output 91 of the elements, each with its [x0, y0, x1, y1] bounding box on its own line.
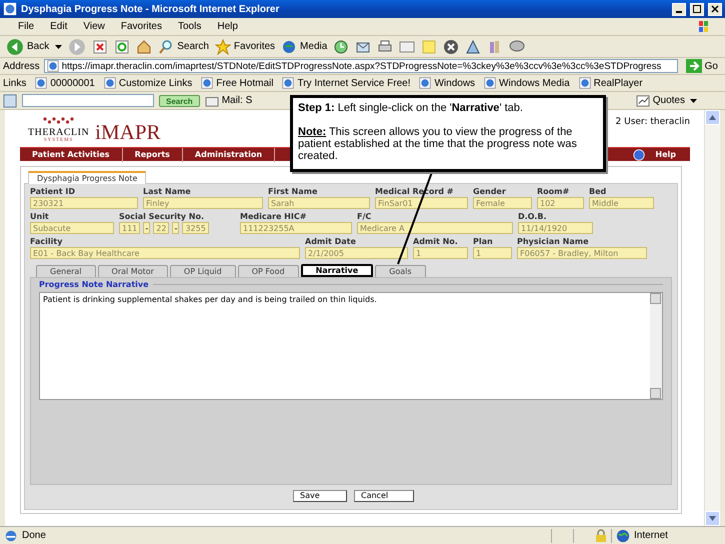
menu-item[interactable]: Tools	[170, 21, 210, 32]
field-label: Facility	[30, 237, 64, 247]
caret-icon[interactable]	[55, 44, 62, 50]
back-button[interactable]: Back	[6, 38, 50, 56]
globe-icon	[616, 528, 630, 542]
tab[interactable]: General	[36, 265, 96, 277]
history-icon[interactable]	[333, 38, 350, 54]
nav-item[interactable]: Administration	[182, 148, 276, 162]
menu-item[interactable]: Help	[209, 21, 246, 32]
save-button[interactable]: Save	[293, 490, 347, 502]
link[interactable]: Customize Links	[104, 77, 192, 89]
close-button[interactable]	[708, 2, 722, 16]
cancel-button[interactable]: Cancel	[354, 490, 414, 502]
link[interactable]: Windows	[419, 77, 476, 89]
field-label: Medicare HIC#	[240, 212, 308, 222]
chart-icon	[636, 94, 650, 106]
tab[interactable]: Narrative	[300, 264, 374, 277]
user-label: 2 User: theraclin	[616, 117, 690, 127]
search-button[interactable]: Search	[158, 38, 209, 54]
tab[interactable]: OP Food	[238, 265, 299, 277]
field-label: Admit No.	[413, 237, 459, 247]
menu-item[interactable]: Edit	[42, 21, 76, 32]
home-icon[interactable]	[136, 38, 152, 54]
note-text: Note: This screen allows you to view the progress of the patient established at the time that the progress note was created.	[298, 126, 578, 162]
tab[interactable]: Goals	[375, 265, 426, 277]
field-label: Plan	[473, 237, 494, 247]
link[interactable]: Try Internet Service Free!	[282, 77, 410, 89]
link[interactable]: RealPlayer	[578, 77, 643, 89]
logo-product: iMAPR	[95, 121, 161, 143]
media-button[interactable]: Media	[281, 38, 328, 54]
minimize-button[interactable]	[672, 2, 686, 16]
quotes-button[interactable]: Quotes	[636, 94, 685, 106]
maximize-button[interactable]	[690, 2, 704, 16]
section-title: Progress Note Narrative	[39, 280, 149, 289]
go-button[interactable]: Go	[682, 59, 722, 73]
link[interactable]: Free Hotmail	[201, 77, 274, 89]
envelope-icon	[204, 94, 219, 106]
menu-item[interactable]: View	[75, 21, 113, 32]
field-label: Physician Name	[517, 237, 590, 247]
search-icon	[158, 38, 174, 54]
links-label: Links	[3, 78, 26, 88]
nav-item[interactable]: Reports	[122, 148, 183, 162]
field-label: Unit	[30, 212, 50, 222]
print-icon[interactable]	[377, 38, 394, 54]
narrative-textarea[interactable]: Patient is drinking supplemental shakes per day and is being trailed on thin liquids.	[39, 292, 663, 400]
up-arrow-icon[interactable]	[709, 115, 716, 120]
zone-label: Internet	[634, 530, 668, 541]
window-title: Dysphagia Progress Note - Microsoft Internet Explorer	[21, 4, 280, 14]
nav-item[interactable]: Patient Activities	[20, 148, 123, 162]
menu-item[interactable]: Favorites	[112, 21, 170, 32]
address-field[interactable]: https://imapr.theraclin.com/imaprtest/STDNote/EditSTDProgressNote.aspx?STDProgressNote=%3ckey%3e%3ccv%3e%3cc%3eSTDProgress	[44, 59, 678, 73]
stop-icon[interactable]	[92, 38, 108, 54]
separator-box: -	[143, 222, 150, 234]
maximize-icon	[693, 5, 701, 13]
tab[interactable]: OP Liquid	[170, 265, 236, 277]
form-tab[interactable]: Dysphagia Progress Note	[28, 171, 146, 184]
browser-icon	[3, 2, 17, 16]
close-icon	[711, 5, 719, 13]
arrow-icon	[686, 59, 702, 73]
field-label: Social Security No.	[119, 212, 206, 222]
tab[interactable]: Oral Motor	[98, 265, 168, 277]
search-button[interactable]: Search	[159, 94, 200, 106]
down-arrow-icon[interactable]	[709, 516, 716, 521]
lock-icon	[595, 528, 607, 542]
caret-icon[interactable]	[690, 98, 697, 104]
field-label: Gender	[473, 187, 507, 197]
circle-x-icon[interactable]	[443, 38, 460, 54]
refresh-icon[interactable]	[114, 38, 130, 54]
favorites-button[interactable]: Favorites	[214, 38, 276, 54]
logo-brand: THERACLIN	[28, 127, 90, 138]
link[interactable]: Windows Media	[484, 77, 570, 89]
menu-item[interactable]: File	[10, 21, 42, 32]
help-link[interactable]: Help	[655, 150, 676, 159]
field-label: Last Name	[143, 187, 192, 197]
field-label: F/C	[357, 212, 372, 222]
address-label: Address	[3, 60, 40, 72]
star-icon	[214, 38, 231, 54]
search-field[interactable]	[22, 94, 154, 107]
field-label: First Name	[268, 187, 318, 197]
field-label: Bed	[589, 187, 608, 197]
field-label: Admit Date	[305, 237, 357, 247]
field-label: Room#	[537, 187, 570, 197]
field-label: Patient ID	[30, 187, 76, 197]
status-text: Done	[22, 530, 46, 541]
link[interactable]: 00000001	[35, 77, 95, 89]
scrollbar[interactable]	[704, 110, 720, 526]
mail-button[interactable]: Mail: S	[204, 94, 252, 106]
globe-icon	[281, 38, 298, 54]
separator-box: -	[172, 222, 180, 234]
step-instruction: Step 1: Left single-click on the 'Narrative' tab.	[298, 102, 524, 114]
field-label: D.O.B.	[518, 212, 548, 222]
